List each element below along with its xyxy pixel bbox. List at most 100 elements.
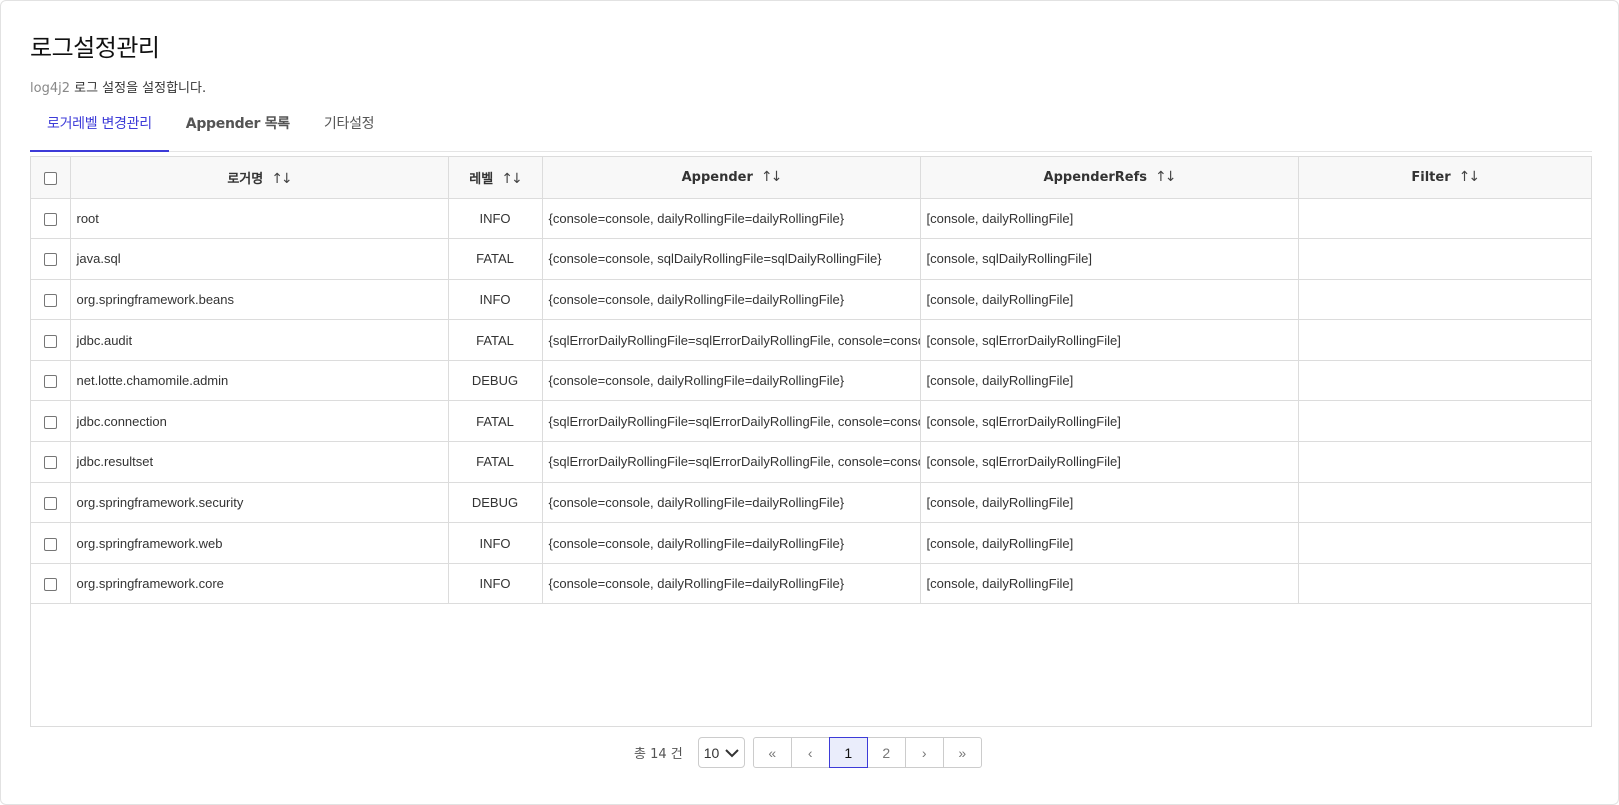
appender-cell: {sqlErrorDailyRollingFile=sqlErrorDailyR… (542, 441, 921, 483)
filter-cell (1298, 360, 1591, 402)
level-cell: INFO (448, 563, 543, 605)
logger-name-cell: jdbc.audit (70, 319, 449, 361)
appender-cell: {console=console, dailyRollingFile=daily… (542, 198, 921, 240)
appender-cell: {console=console, dailyRollingFile=daily… (542, 482, 921, 524)
level-cell: FATAL (448, 400, 543, 443)
filter-cell (1298, 482, 1591, 524)
page-description: log4j2 로그 설정을 설정합니다. (30, 77, 206, 96)
tab-other-settings[interactable]: 기타설정 (307, 109, 391, 152)
level-cell: INFO (448, 198, 543, 240)
sort-icon[interactable]: ↑↓ (761, 169, 783, 185)
row-select-cell (31, 563, 71, 605)
row-select-cell (31, 522, 71, 564)
filter-cell (1298, 238, 1591, 280)
appender-refs-cell: [console, dailyRollingFile] (920, 198, 1299, 240)
column-header-filter[interactable]: Filter ↑↓ (1298, 157, 1591, 199)
appender-refs-cell: [console, sqlErrorDailyRollingFile] (920, 319, 1299, 361)
table-row[interactable]: net.lotte.chamomile.admin DEBUG {console… (31, 360, 1591, 402)
appender-cell: {console=console, dailyRollingFile=daily… (542, 360, 921, 402)
appender-cell: {sqlErrorDailyRollingFile=sqlErrorDailyR… (542, 319, 921, 361)
level-cell: DEBUG (448, 360, 543, 402)
row-checkbox[interactable] (43, 212, 57, 226)
table-row[interactable]: root INFO {console=console, dailyRolling… (31, 198, 1591, 240)
row-select-cell (31, 279, 71, 321)
appender-refs-cell: [console, sqlErrorDailyRollingFile] (920, 400, 1299, 443)
filter-cell (1298, 441, 1591, 483)
filter-cell (1298, 279, 1591, 321)
table-row[interactable]: jdbc.resultset FATAL {sqlErrorDailyRolli… (31, 441, 1591, 483)
level-cell: FATAL (448, 238, 543, 280)
filter-cell (1298, 319, 1591, 361)
page-size-select[interactable]: 10 (697, 737, 745, 768)
column-header-level[interactable]: 레벨 ↑↓ (448, 157, 543, 199)
table-row[interactable]: org.springframework.security DEBUG {cons… (31, 482, 1591, 524)
select-all-cell (31, 157, 71, 199)
pagination: 총 14 건 10 « ‹ 1 2 › » (634, 737, 982, 768)
level-cell: INFO (448, 279, 543, 321)
level-cell: FATAL (448, 441, 543, 483)
row-checkbox[interactable] (43, 253, 57, 267)
last-page-button[interactable]: » (942, 737, 982, 768)
appender-refs-cell: [console, dailyRollingFile] (920, 482, 1299, 524)
table-row[interactable]: jdbc.connection FATAL {sqlErrorDailyRoll… (31, 400, 1591, 443)
level-cell: INFO (448, 522, 543, 564)
sort-icon[interactable]: ↑↓ (1155, 169, 1177, 185)
tab-bar: 로거레벨 변경관리 Appender 목록 기타설정 (30, 109, 1592, 152)
filter-cell (1298, 400, 1591, 443)
row-checkbox[interactable] (43, 415, 57, 429)
logger-table: 로거명 ↑↓ 레벨 ↑↓ Appender ↑↓ AppenderRefs ↑↓ Fil… (30, 156, 1592, 727)
column-header-appender-refs[interactable]: AppenderRefs ↑↓ (920, 157, 1299, 199)
chevron-down-icon (725, 748, 739, 757)
filter-cell (1298, 198, 1591, 240)
total-count: 총 14 건 (634, 747, 683, 762)
table-row[interactable]: org.springframework.beans INFO {console=… (31, 279, 1591, 321)
chevron-left-icon: ‹ (807, 744, 813, 761)
next-page-button[interactable]: › (904, 737, 944, 768)
row-select-cell (31, 441, 71, 483)
tab-appender-list[interactable]: Appender 목록 (169, 109, 307, 152)
row-checkbox[interactable] (43, 496, 57, 510)
select-all-checkbox[interactable] (43, 171, 57, 185)
appender-cell: {sqlErrorDailyRollingFile=sqlErrorDailyR… (542, 400, 921, 443)
chevron-right-icon: › (921, 744, 927, 761)
level-cell: FATAL (448, 319, 543, 361)
appender-cell: {console=console, dailyRollingFile=daily… (542, 522, 921, 564)
logger-name-cell: jdbc.connection (70, 400, 449, 443)
logger-name-cell: org.springframework.web (70, 522, 449, 564)
table-row[interactable]: org.springframework.core INFO {console=c… (31, 563, 1591, 605)
sort-icon[interactable]: ↑↓ (271, 171, 293, 187)
logger-name-cell: net.lotte.chamomile.admin (70, 360, 449, 402)
table-row[interactable]: jdbc.audit FATAL {sqlErrorDailyRollingFi… (31, 319, 1591, 361)
sort-icon[interactable]: ↑↓ (501, 171, 523, 187)
row-checkbox[interactable] (43, 334, 57, 348)
double-chevron-right-icon: » (958, 744, 967, 761)
row-checkbox[interactable] (43, 456, 57, 470)
row-checkbox[interactable] (43, 375, 57, 389)
first-page-button[interactable]: « (752, 737, 792, 768)
appender-refs-cell: [console, sqlErrorDailyRollingFile] (920, 441, 1299, 483)
page-button-2[interactable]: 2 (866, 737, 906, 768)
row-checkbox[interactable] (43, 578, 57, 592)
row-select-cell (31, 198, 71, 240)
tab-logger-level[interactable]: 로거레벨 변경관리 (30, 109, 169, 152)
prev-page-button[interactable]: ‹ (790, 737, 830, 768)
appender-refs-cell: [console, sqlDailyRollingFile] (920, 238, 1299, 280)
page-title: 로그설정관리 (30, 34, 160, 62)
row-checkbox[interactable] (43, 537, 57, 551)
row-select-cell (31, 482, 71, 524)
sort-icon[interactable]: ↑↓ (1459, 169, 1481, 185)
appender-cell: {console=console, dailyRollingFile=daily… (542, 563, 921, 605)
table-row[interactable]: java.sql FATAL {console=console, sqlDail… (31, 238, 1591, 280)
double-chevron-left-icon: « (768, 744, 777, 761)
page-container: 로그설정관리 log4j2 로그 설정을 설정합니다. 로거레벨 변경관리 Ap… (0, 0, 1619, 805)
row-checkbox[interactable] (43, 294, 57, 308)
column-header-logger-name[interactable]: 로거명 ↑↓ (70, 157, 449, 199)
appender-refs-cell: [console, dailyRollingFile] (920, 279, 1299, 321)
column-header-appender[interactable]: Appender ↑↓ (542, 157, 921, 199)
page-button-1[interactable]: 1 (828, 737, 868, 768)
appender-cell: {console=console, sqlDailyRollingFile=sq… (542, 238, 921, 280)
table-row[interactable]: org.springframework.web INFO {console=co… (31, 522, 1591, 564)
row-select-cell (31, 360, 71, 402)
appender-cell: {console=console, dailyRollingFile=daily… (542, 279, 921, 321)
table-header-row: 로거명 ↑↓ 레벨 ↑↓ Appender ↑↓ AppenderRefs ↑↓ Fil… (31, 157, 1591, 199)
